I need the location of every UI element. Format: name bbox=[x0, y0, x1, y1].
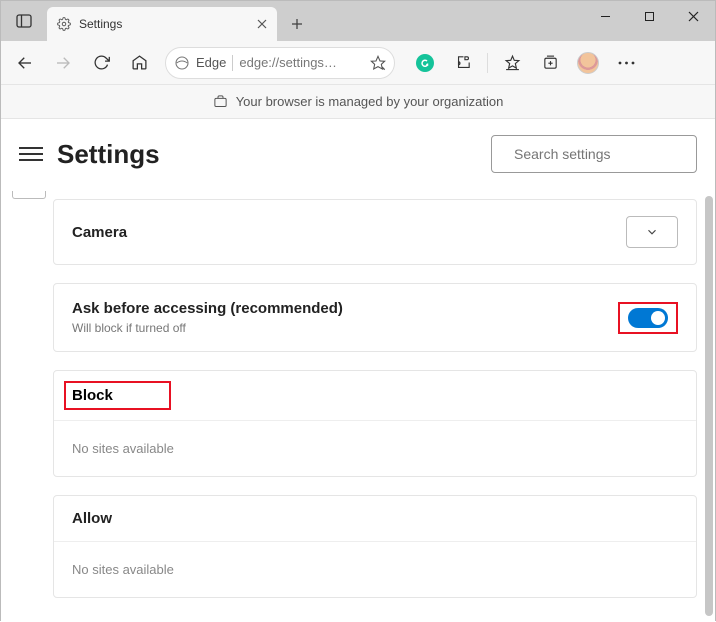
allow-empty-message: No sites available bbox=[54, 542, 696, 597]
extensions-button[interactable] bbox=[445, 45, 481, 81]
ask-subtitle: Will block if turned off bbox=[72, 321, 343, 335]
new-tab-button[interactable] bbox=[281, 8, 313, 40]
chevron-down-icon bbox=[645, 225, 659, 239]
ask-before-card: Ask before accessing (recommended) Will … bbox=[53, 283, 697, 352]
allow-title: Allow bbox=[54, 496, 696, 542]
camera-expand-button[interactable] bbox=[626, 216, 678, 248]
address-url: edge://settings… bbox=[239, 55, 337, 70]
title-bar: Settings bbox=[1, 1, 715, 41]
previous-section-stub bbox=[12, 191, 46, 199]
briefcase-icon bbox=[213, 94, 228, 109]
browser-tab[interactable]: Settings bbox=[47, 7, 277, 41]
collections-button[interactable] bbox=[532, 45, 568, 81]
scrollbar[interactable] bbox=[705, 196, 713, 616]
tab-title: Settings bbox=[79, 17, 249, 31]
favorite-icon[interactable] bbox=[370, 55, 386, 71]
close-window-button[interactable] bbox=[671, 1, 715, 31]
ask-toggle[interactable] bbox=[628, 308, 668, 328]
block-section: Block No sites available bbox=[53, 370, 697, 477]
minimize-button[interactable] bbox=[583, 1, 627, 31]
window-controls bbox=[583, 1, 715, 33]
close-tab-icon[interactable] bbox=[257, 19, 267, 29]
search-input[interactable] bbox=[514, 146, 695, 162]
page-title: Settings bbox=[57, 139, 491, 170]
more-button[interactable] bbox=[608, 45, 644, 81]
toggle-highlight bbox=[618, 302, 678, 334]
refresh-button[interactable] bbox=[83, 45, 119, 81]
allow-section: Allow No sites available bbox=[53, 495, 697, 598]
toolbar: Edge edge://settings… bbox=[1, 41, 715, 85]
page-header: Settings bbox=[1, 119, 715, 189]
camera-title: Camera bbox=[72, 224, 127, 241]
ask-title: Ask before accessing (recommended) bbox=[72, 300, 343, 317]
back-button[interactable] bbox=[7, 45, 43, 81]
maximize-button[interactable] bbox=[627, 1, 671, 31]
grammarly-button[interactable] bbox=[407, 45, 443, 81]
address-label: Edge bbox=[196, 55, 226, 70]
tab-actions-icon[interactable] bbox=[1, 1, 47, 41]
menu-button[interactable] bbox=[19, 142, 43, 166]
forward-button[interactable] bbox=[45, 45, 81, 81]
home-button[interactable] bbox=[121, 45, 157, 81]
edge-icon bbox=[174, 55, 190, 71]
profile-button[interactable] bbox=[570, 45, 606, 81]
managed-message: Your browser is managed by your organiza… bbox=[236, 94, 504, 109]
avatar-icon bbox=[577, 52, 599, 74]
content-area: Camera Ask before accessing (recommended… bbox=[1, 189, 715, 622]
block-title: Block bbox=[64, 381, 171, 410]
block-empty-message: No sites available bbox=[54, 421, 696, 476]
search-box[interactable] bbox=[491, 135, 697, 173]
gear-icon bbox=[57, 17, 71, 31]
managed-info-bar: Your browser is managed by your organiza… bbox=[1, 85, 715, 119]
favorites-button[interactable] bbox=[494, 45, 530, 81]
address-bar[interactable]: Edge edge://settings… bbox=[165, 47, 395, 79]
camera-card: Camera bbox=[53, 199, 697, 265]
